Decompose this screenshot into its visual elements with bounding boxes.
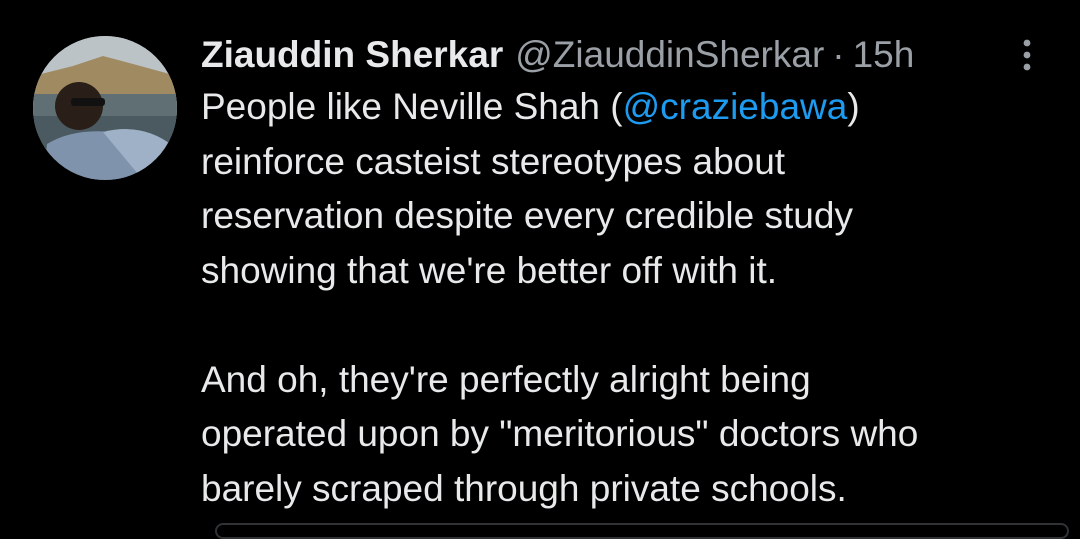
more-vertical-icon[interactable] <box>1014 38 1040 72</box>
text-segment: ) <box>847 86 860 127</box>
separator-dot: · <box>832 34 845 75</box>
text-segment: People like Neville Shah ( <box>201 86 623 127</box>
tweet-text-line: reinforce casteist stereotypes about <box>201 140 786 182</box>
author-handle[interactable]: @ZiauddinSherkar <box>515 30 824 80</box>
tweet-text-line: operated upon by "meritorious" doctors w… <box>201 413 919 454</box>
author-name[interactable]: Ziauddin Sherkar <box>201 30 503 80</box>
tweet-text: People like Neville Shah (@craziebawa) r… <box>201 80 1061 516</box>
tweet-timestamp[interactable]: 15h <box>853 30 915 80</box>
tweet[interactable]: Ziauddin Sherkar @ZiauddinSherkar · 15h … <box>0 0 1080 539</box>
tweet-header: Ziauddin Sherkar @ZiauddinSherkar · 15h <box>201 30 914 80</box>
tweet-text-line: barely scraped through private schools. <box>201 467 847 509</box>
avatar-photo <box>33 36 177 180</box>
tweet-text-line: reservation despite every credible study <box>201 195 853 236</box>
tweet-text-line: People like Neville Shah (@craziebawa) <box>201 80 1061 135</box>
tweet-text-line: And oh, they're perfectly alright being <box>201 358 811 400</box>
avatar[interactable] <box>33 36 177 180</box>
quoted-card-edge[interactable] <box>215 523 1069 539</box>
mention-link[interactable]: @craziebawa <box>623 86 848 127</box>
tweet-text-line: showing that we're better off with it. <box>201 249 778 291</box>
